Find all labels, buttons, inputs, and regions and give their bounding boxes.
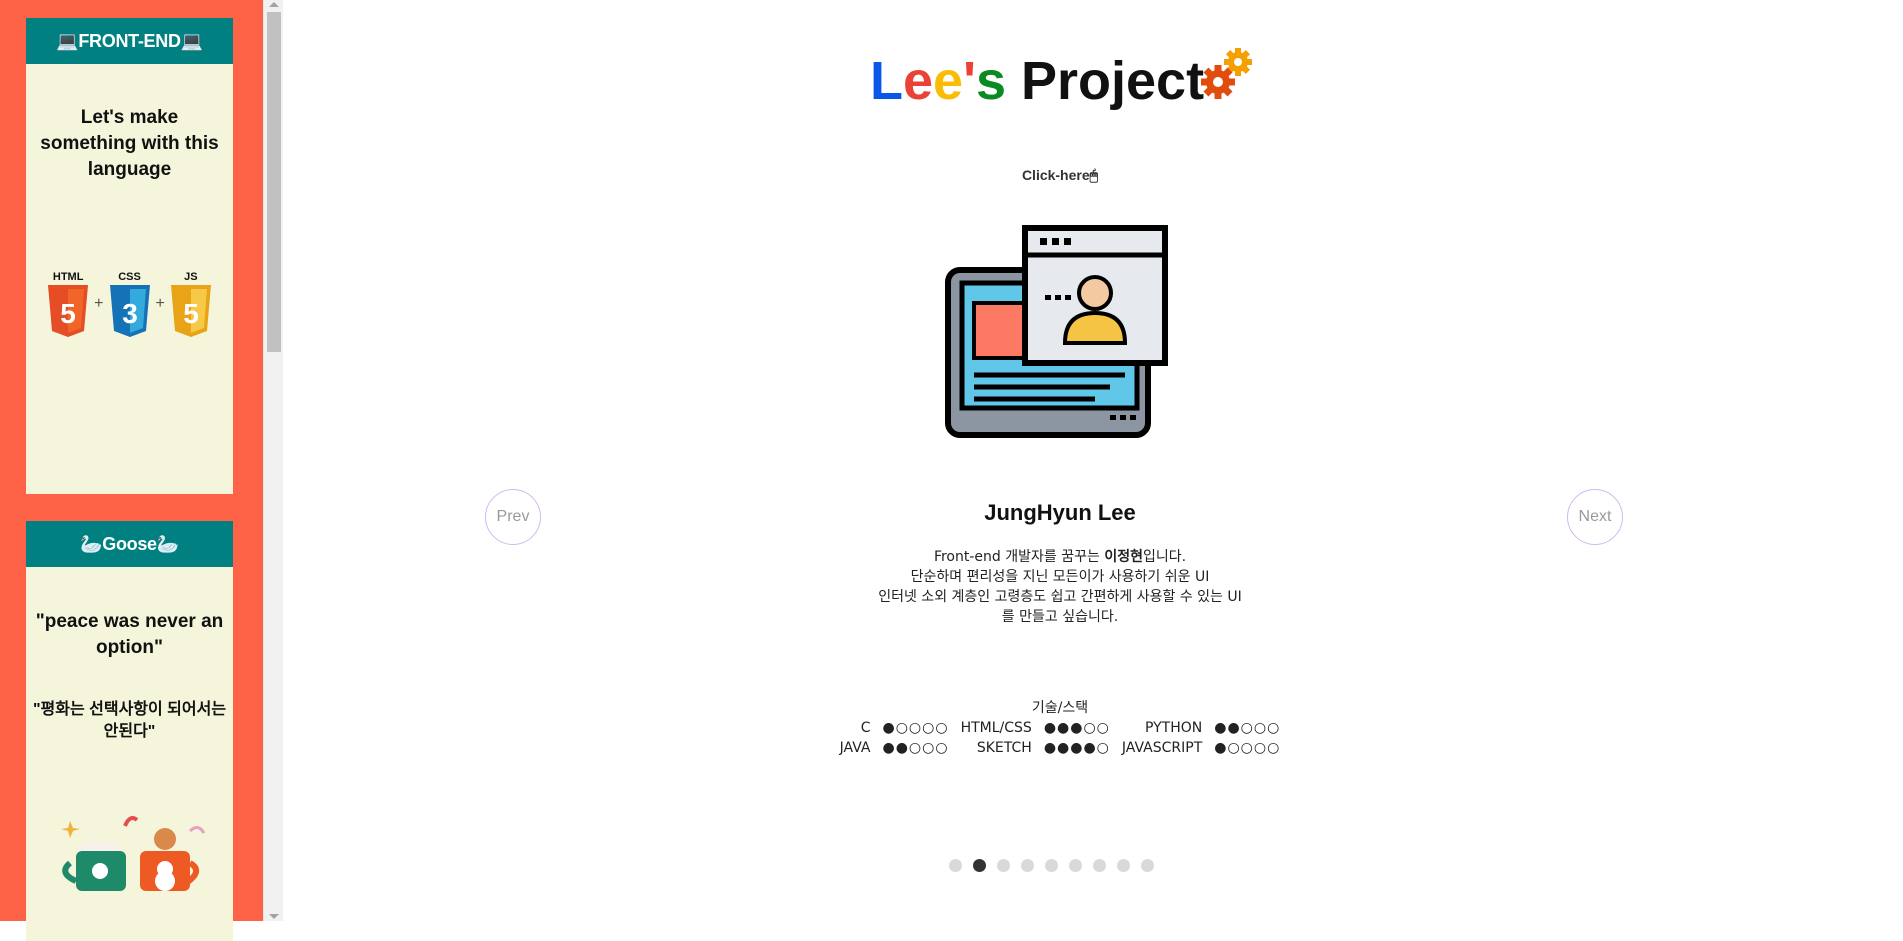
profile-window-illustration[interactable] — [940, 225, 1170, 440]
pagination-dot[interactable] — [997, 859, 1010, 872]
skill-level: ●●●●○ — [1043, 740, 1110, 756]
skills-grid: C ●○○○○ HTML/CSS ●●●○○ PYTHON ●●○○○ JAVA… — [780, 718, 1340, 758]
scrollbar-thumb[interactable] — [267, 12, 281, 352]
tech-stack-title: 기술/스택 — [1031, 700, 1089, 716]
goose-quote-en: "peace was never an option" — [35, 611, 224, 658]
goose-card-header: 🦢Goose🦢 — [26, 521, 233, 567]
tech-stack: 기술/스택 C ●○○○○ HTML/CSS ●●●○○ PYTHON ●●○○… — [780, 698, 1340, 758]
language-logos: HTML 5 + CSS 3 + JS 5 — [26, 271, 233, 337]
pagination-dot[interactable] — [1069, 859, 1082, 872]
skill-level: ●●○○○ — [1214, 720, 1281, 736]
desc-line-4: 를 만들고 싶습니다. — [1001, 609, 1119, 625]
plus-sign: + — [155, 295, 165, 312]
css3-logo: CSS 3 — [108, 271, 152, 337]
gears-icon — [1201, 48, 1252, 99]
sidebar-scrollbar[interactable] — [263, 0, 283, 921]
christmas-mugs-illustration — [60, 816, 205, 891]
pagination-dot[interactable] — [1021, 859, 1034, 872]
frontend-card: 💻FRONT-END💻 Let's make something with th… — [26, 18, 233, 494]
scroll-down-arrow-icon[interactable] — [269, 914, 279, 919]
pagination-dot[interactable] — [949, 859, 962, 872]
next-button[interactable]: Next — [1567, 489, 1623, 545]
prev-button[interactable]: Prev — [485, 489, 541, 545]
html5-shield-icon: 5 — [48, 285, 89, 337]
skill-level: ●●●○○ — [1043, 720, 1110, 736]
css3-glyph: 3 — [122, 298, 138, 329]
click-here-hint[interactable]: Click-here🖱 — [1000, 167, 1120, 184]
skill-name: JAVASCRIPT — [1121, 740, 1203, 756]
js-glyph: 5 — [183, 298, 199, 329]
plus-sign: + — [94, 295, 104, 312]
desc-line-2: 단순하며 편리성을 지닌 모든이가 사용하기 쉬운 UI — [910, 569, 1210, 585]
scroll-up-arrow-icon[interactable] — [269, 2, 279, 7]
pagination-dot[interactable] — [1141, 859, 1154, 872]
html5-glyph: 5 — [60, 298, 76, 329]
goose-card: 🦢Goose🦢 "peace was never an option" "평화는… — [26, 521, 233, 941]
frontend-card-header: 💻FRONT-END💻 — [26, 18, 233, 64]
html5-logo: HTML 5 — [46, 271, 90, 337]
page-title: Lee's Project — [870, 51, 1205, 111]
pagination-dot[interactable] — [1045, 859, 1058, 872]
skill-name: HTML/CSS — [960, 720, 1032, 736]
skill-name: C — [860, 720, 871, 736]
css3-shield-icon: 3 — [109, 285, 150, 337]
js-logo: JS 5 — [169, 271, 213, 337]
css3-logo-label: CSS — [118, 271, 141, 283]
pagination-dot[interactable] — [1117, 859, 1130, 872]
skill-level: ●●○○○ — [882, 740, 949, 756]
desc-line-3: 인터넷 소외 계층인 고령층도 쉽고 간편하게 사용할 수 있는 UI — [878, 589, 1242, 605]
desc-line-1: Front-end 개발자를 꿈꾸는 이정현입니다. — [933, 549, 1187, 565]
pagination-dot[interactable] — [973, 859, 986, 872]
pagination-dot[interactable] — [1093, 859, 1106, 872]
profile-description: Front-end 개발자를 꿈꾸는 이정현입니다. 단순하며 편리성을 지닌 … — [820, 547, 1300, 627]
skill-level: ●○○○○ — [1214, 740, 1281, 756]
html5-logo-label: HTML — [52, 271, 84, 283]
skill-name: JAVA — [839, 740, 871, 756]
goose-quote-ko: "평화는 선택사항이 되어서는 안된다" — [32, 701, 227, 740]
js-logo-label: JS — [184, 271, 198, 283]
profile-name: JungHyun Lee — [984, 500, 1136, 525]
frontend-card-text: Let's make something with this language — [40, 107, 219, 180]
skill-name: SKETCH — [976, 740, 1032, 756]
skill-name: PYTHON — [1144, 720, 1203, 736]
sidebar: 💻FRONT-END💻 Let's make something with th… — [0, 0, 263, 941]
pagination-dots — [949, 859, 1154, 872]
skill-level: ●○○○○ — [882, 720, 949, 736]
js-shield-icon: 5 — [170, 285, 211, 337]
